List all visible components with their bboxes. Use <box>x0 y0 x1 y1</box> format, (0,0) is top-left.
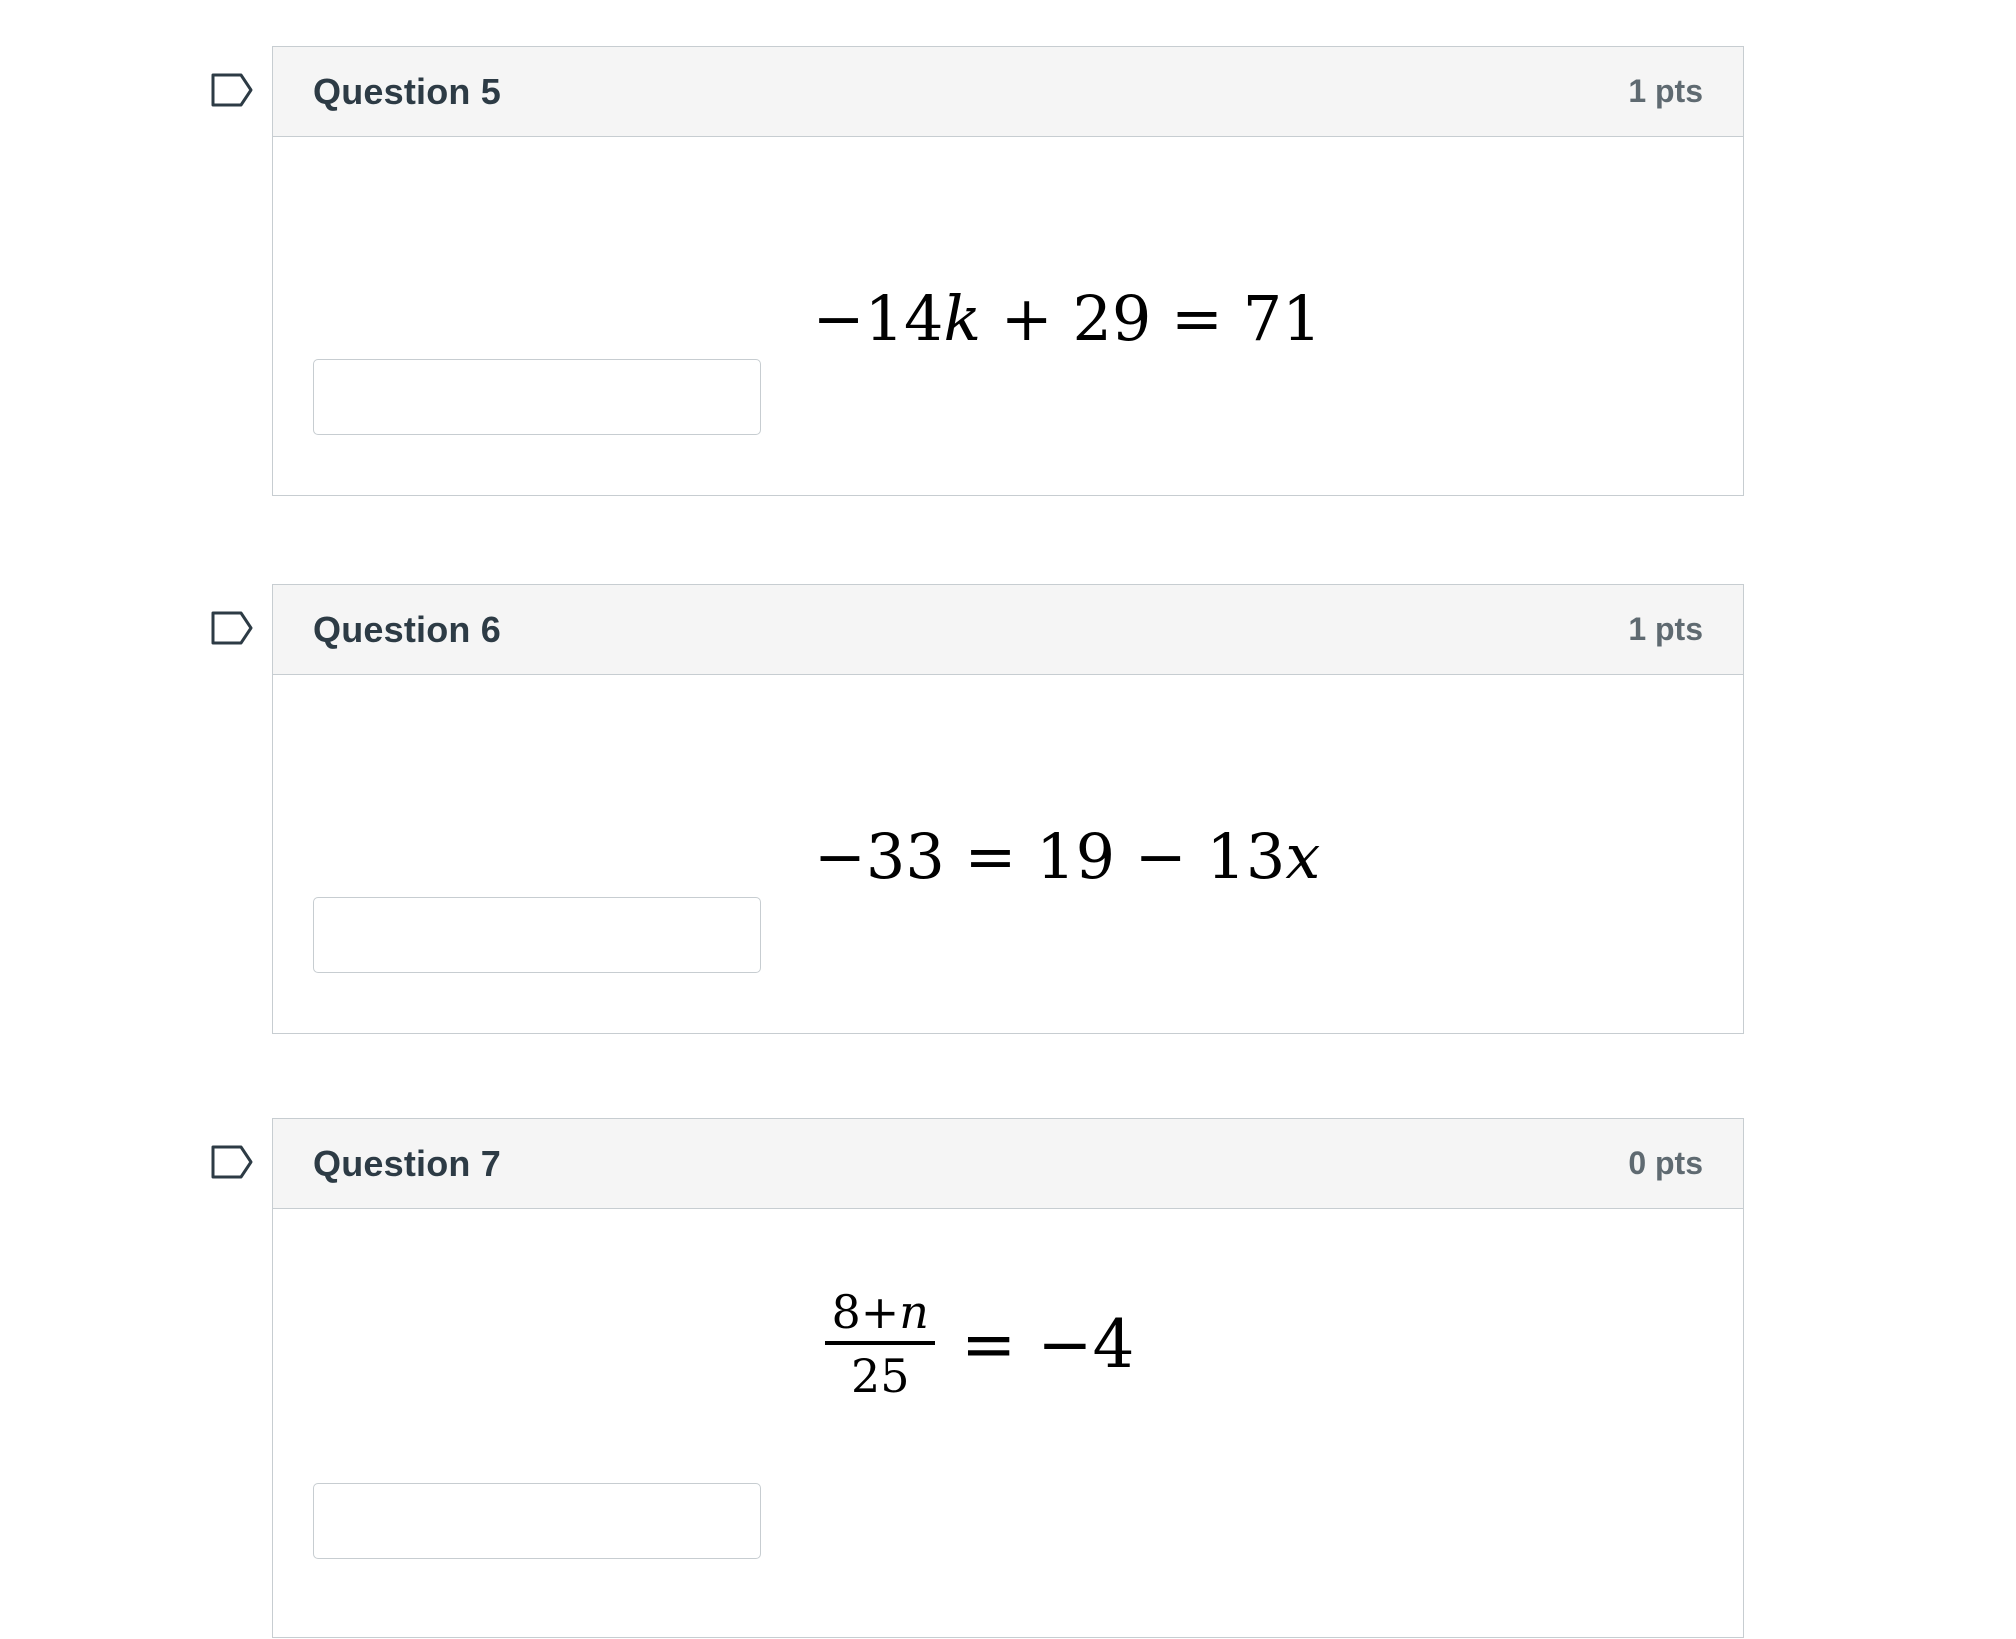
flag-question-icon[interactable] <box>211 73 253 107</box>
question-points: 1 pts <box>1628 611 1703 647</box>
question-points: 0 pts <box>1628 1145 1703 1181</box>
flag-question-icon[interactable] <box>211 1145 253 1179</box>
equation-text: −14k + 29 = 71 <box>812 282 1322 355</box>
question-title: Question 6 <box>313 608 502 650</box>
answer-input[interactable] <box>313 359 761 435</box>
question-7: Question 7 0 pts 8+n 25 = −4 <box>211 1118 1744 1639</box>
question-body: −33 = 19 − 13x <box>273 675 1743 1031</box>
question-header: Question 6 1 pts <box>273 585 1743 675</box>
question-5: Question 5 1 pts −14k + 29 = 71 <box>211 46 1744 496</box>
question-header: Question 7 0 pts <box>273 1119 1743 1209</box>
equation-fraction: 8+n 25 <box>825 1289 935 1403</box>
equation-rhs: = −4 <box>960 1305 1135 1383</box>
flag-question-icon[interactable] <box>211 611 253 645</box>
fraction-denominator: 25 <box>850 1349 910 1403</box>
answer-input[interactable] <box>313 1483 761 1559</box>
question-points: 1 pts <box>1628 73 1703 109</box>
question-title: Question 7 <box>313 1142 502 1184</box>
question-equation: 8+n 25 = −4 <box>245 1289 1715 1399</box>
question-header: Question 5 1 pts <box>273 47 1743 137</box>
fraction-numerator: 8+n <box>825 1289 935 1345</box>
question-body: 8+n 25 = −4 <box>273 1209 1743 1639</box>
equation-text: −33 = 19 − 13x <box>813 820 1321 893</box>
answer-input[interactable] <box>313 897 761 973</box>
question-title: Question 5 <box>313 70 502 112</box>
question-body: −14k + 29 = 71 <box>273 137 1743 493</box>
question-6: Question 6 1 pts −33 = 19 − 13x <box>211 584 1744 1034</box>
